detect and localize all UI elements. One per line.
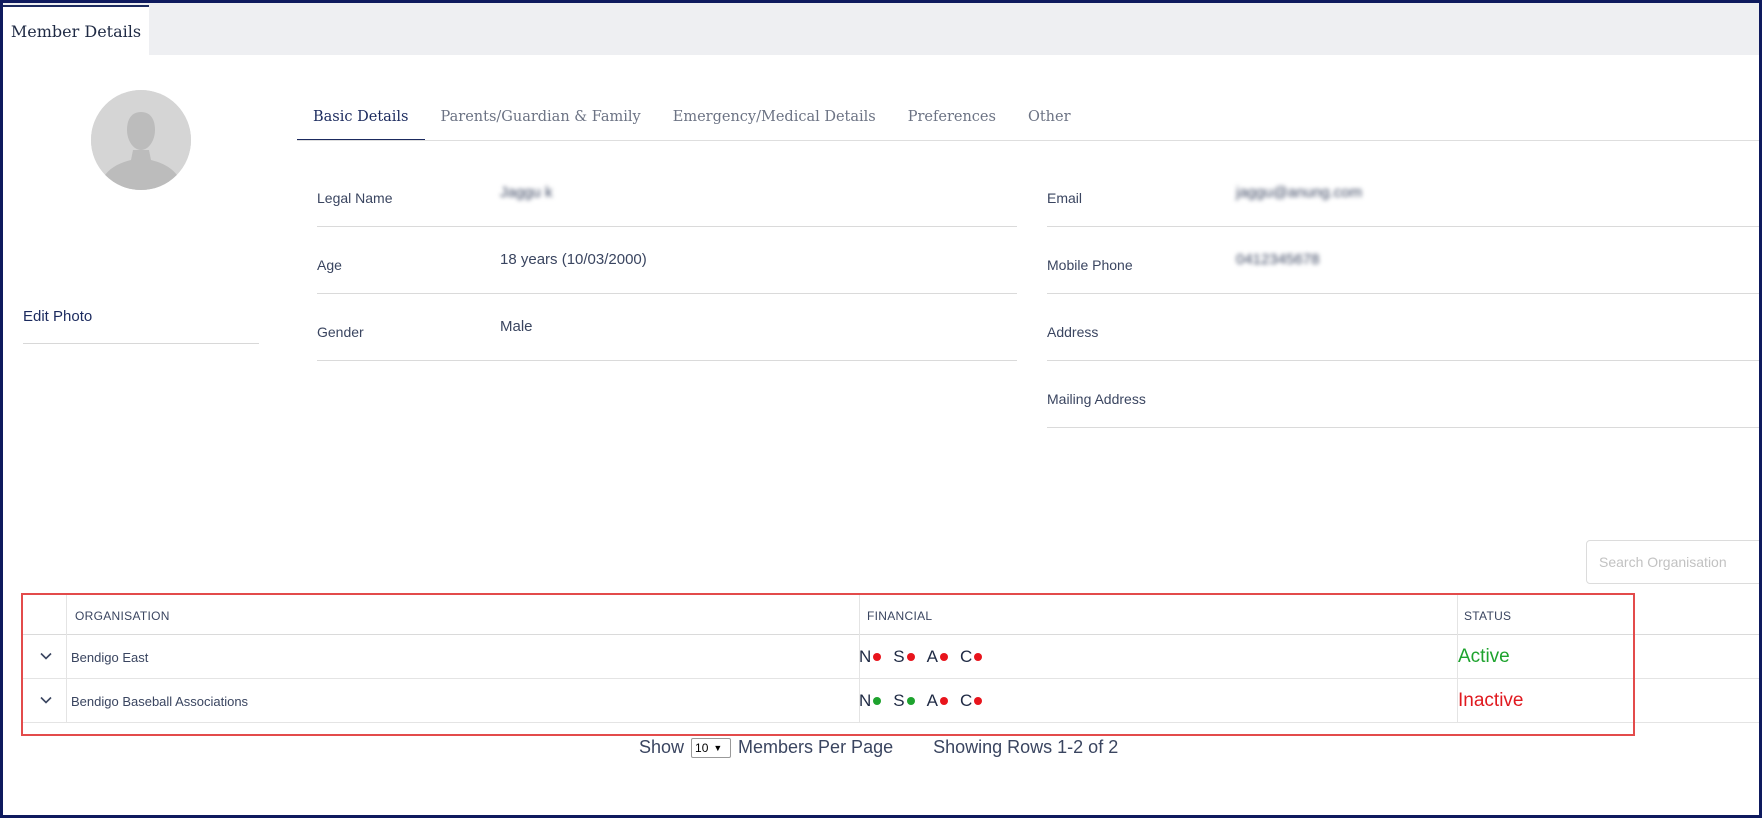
table-row[interactable]: Bendigo Baseball Associations N S A C In… — [21, 679, 1759, 723]
tab-emergency-medical-details[interactable]: Emergency/Medical Details — [657, 99, 892, 141]
email-label: Email — [1047, 190, 1083, 206]
status-dot — [906, 653, 915, 661]
gender-value: Male — [500, 318, 533, 335]
field-mailing-address: Mailing Address — [1047, 361, 1759, 428]
per-page-label: Members Per Page — [738, 737, 894, 757]
field-email: Email jaggu@anung.com — [1047, 160, 1759, 227]
status-dot — [974, 653, 983, 661]
edit-photo-link[interactable]: Edit Photo — [23, 308, 92, 325]
financial-s: S — [893, 647, 915, 667]
divider — [23, 343, 259, 344]
financial-s: S — [893, 691, 915, 711]
tab-strip: Member Details — [3, 3, 1759, 55]
financial-a: A — [927, 691, 948, 711]
financial-n: N — [859, 691, 882, 711]
status-badge: Active — [1458, 646, 1510, 667]
caret-down-icon: ▼ — [713, 742, 723, 753]
table-header: ORGANISATION FINANCIAL STATUS — [21, 593, 1759, 635]
app-frame: Member Details Edit Photo Basic Details … — [0, 0, 1762, 818]
show-label: Show — [639, 737, 685, 757]
mobile-phone-label: Mobile Phone — [1047, 257, 1133, 273]
column-divider — [66, 593, 67, 723]
age-value: 18 years (10/03/2000) — [500, 251, 647, 268]
tab-basic-details[interactable]: Basic Details — [297, 99, 425, 141]
organisation-name: Bendigo East — [71, 650, 149, 665]
avatar — [91, 90, 191, 190]
tab-parents-guardian-family[interactable]: Parents/Guardian & Family — [425, 99, 657, 141]
financial-indicators: N S A C — [859, 691, 994, 711]
tab-member-details[interactable]: Member Details — [3, 5, 149, 55]
column-header-status: STATUS — [1464, 609, 1512, 623]
tabs-divider — [297, 140, 1759, 141]
financial-indicators: N S A C — [859, 647, 994, 667]
search-organisation-input[interactable]: Search Organisation — [1586, 540, 1759, 584]
status-dot — [939, 653, 948, 661]
status-dot — [873, 653, 882, 661]
table-row[interactable]: Bendigo East N S A C Active — [21, 635, 1759, 679]
status-dot — [974, 697, 983, 705]
financial-n: N — [859, 647, 882, 667]
column-header-financial: FINANCIAL — [867, 609, 933, 623]
financial-c: C — [960, 691, 983, 711]
financial-a: A — [927, 647, 948, 667]
per-page-select[interactable]: 10 ▼ — [691, 737, 732, 758]
organisation-name: Bendigo Baseball Associations — [71, 694, 249, 709]
column-header-organisation: ORGANISATION — [75, 609, 170, 623]
mobile-phone-value[interactable]: 0412345678 — [1236, 251, 1319, 268]
organisation-table: ORGANISATION FINANCIAL STATUS Bendigo Ea… — [21, 593, 1759, 723]
status-badge: Inactive — [1458, 690, 1524, 711]
age-label: Age — [317, 257, 342, 273]
field-age: Age 18 years (10/03/2000) — [317, 227, 1017, 294]
field-gender: Gender Male — [317, 294, 1017, 361]
column-divider — [859, 593, 860, 723]
tab-other[interactable]: Other — [1012, 99, 1087, 141]
field-mobile-phone: Mobile Phone 0412345678 — [1047, 227, 1759, 294]
mailing-address-label: Mailing Address — [1047, 391, 1146, 407]
field-legal-name: Legal Name Jaggu k — [317, 160, 1017, 227]
financial-c: C — [960, 647, 983, 667]
legal-name-label: Legal Name — [317, 190, 393, 206]
address-label: Address — [1047, 324, 1099, 340]
rows-summary: Showing Rows 1-2 of 2 — [933, 737, 1119, 757]
tab-preferences[interactable]: Preferences — [892, 99, 1012, 141]
field-address: Address — [1047, 294, 1759, 361]
column-divider — [1457, 593, 1458, 723]
status-dot — [906, 697, 915, 705]
status-dot — [873, 697, 882, 705]
legal-name-value: Jaggu k — [500, 184, 553, 201]
chevron-down-icon[interactable] — [39, 649, 53, 663]
email-value[interactable]: jaggu@anung.com — [1236, 184, 1362, 201]
pagination: Show 10 ▼ Members Per Page Showing Rows 1… — [639, 737, 1118, 758]
chevron-down-icon[interactable] — [39, 693, 53, 707]
detail-tabs: Basic Details Parents/Guardian & Family … — [297, 99, 1087, 141]
status-dot — [939, 697, 948, 705]
person-silhouette-icon — [91, 90, 191, 190]
gender-label: Gender — [317, 324, 364, 340]
